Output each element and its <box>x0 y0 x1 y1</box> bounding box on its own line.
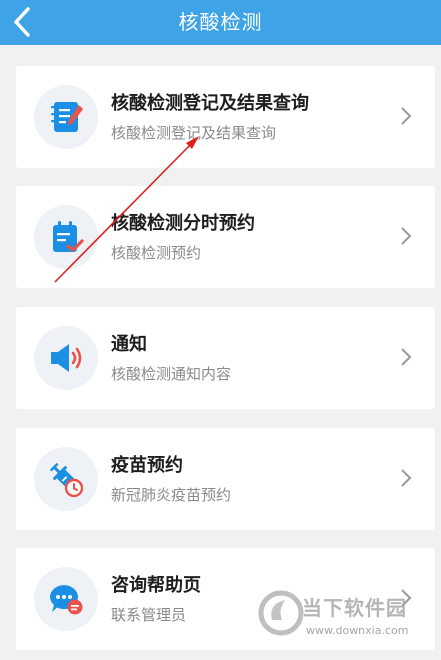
chevron-right-icon <box>401 589 412 607</box>
chat-bubble-icon <box>50 585 83 615</box>
menu-item-vaccine-booking[interactable]: 疫苗预约 新冠肺炎疫苗预约 <box>16 428 435 530</box>
app-header: 核酸检测 <box>0 0 441 45</box>
item-subtitle: 核酸检测通知内容 <box>111 365 232 383</box>
item-title: 疫苗预约 <box>111 455 183 476</box>
chevron-right-icon <box>401 107 412 125</box>
calendar-check-icon <box>53 221 84 252</box>
notebook-edit-icon <box>51 102 83 132</box>
icon-badge <box>34 567 98 631</box>
icon-badge <box>34 205 98 269</box>
item-title: 通知 <box>111 334 147 355</box>
item-title: 核酸检测分时预约 <box>111 213 255 234</box>
chevron-right-icon <box>401 227 412 245</box>
item-subtitle: 新冠肺炎疫苗预约 <box>111 486 232 504</box>
item-title: 咨询帮助页 <box>111 575 201 596</box>
chevron-right-icon <box>401 469 412 487</box>
icon-badge <box>34 326 98 390</box>
item-title: 核酸检测登记及结果查询 <box>111 93 309 114</box>
speaker-icon <box>51 344 82 372</box>
item-subtitle: 核酸检测登记及结果查询 <box>111 124 277 142</box>
item-subtitle: 核酸检测预约 <box>111 244 202 262</box>
menu-item-help[interactable]: 咨询帮助页 联系管理员 <box>16 548 435 650</box>
icon-badge <box>34 85 98 149</box>
syringe-clock-icon <box>50 463 84 498</box>
menu-item-registration-results[interactable]: 核酸检测登记及结果查询 核酸检测登记及结果查询 <box>16 66 435 168</box>
chevron-right-icon <box>401 348 412 366</box>
item-subtitle: 联系管理员 <box>111 606 187 624</box>
menu-item-notice[interactable]: 通知 核酸检测通知内容 <box>16 307 435 409</box>
icon-badge <box>34 447 98 511</box>
page-title: 核酸检测 <box>178 10 263 34</box>
menu-item-time-slot-booking[interactable]: 核酸检测分时预约 核酸检测预约 <box>16 186 435 288</box>
